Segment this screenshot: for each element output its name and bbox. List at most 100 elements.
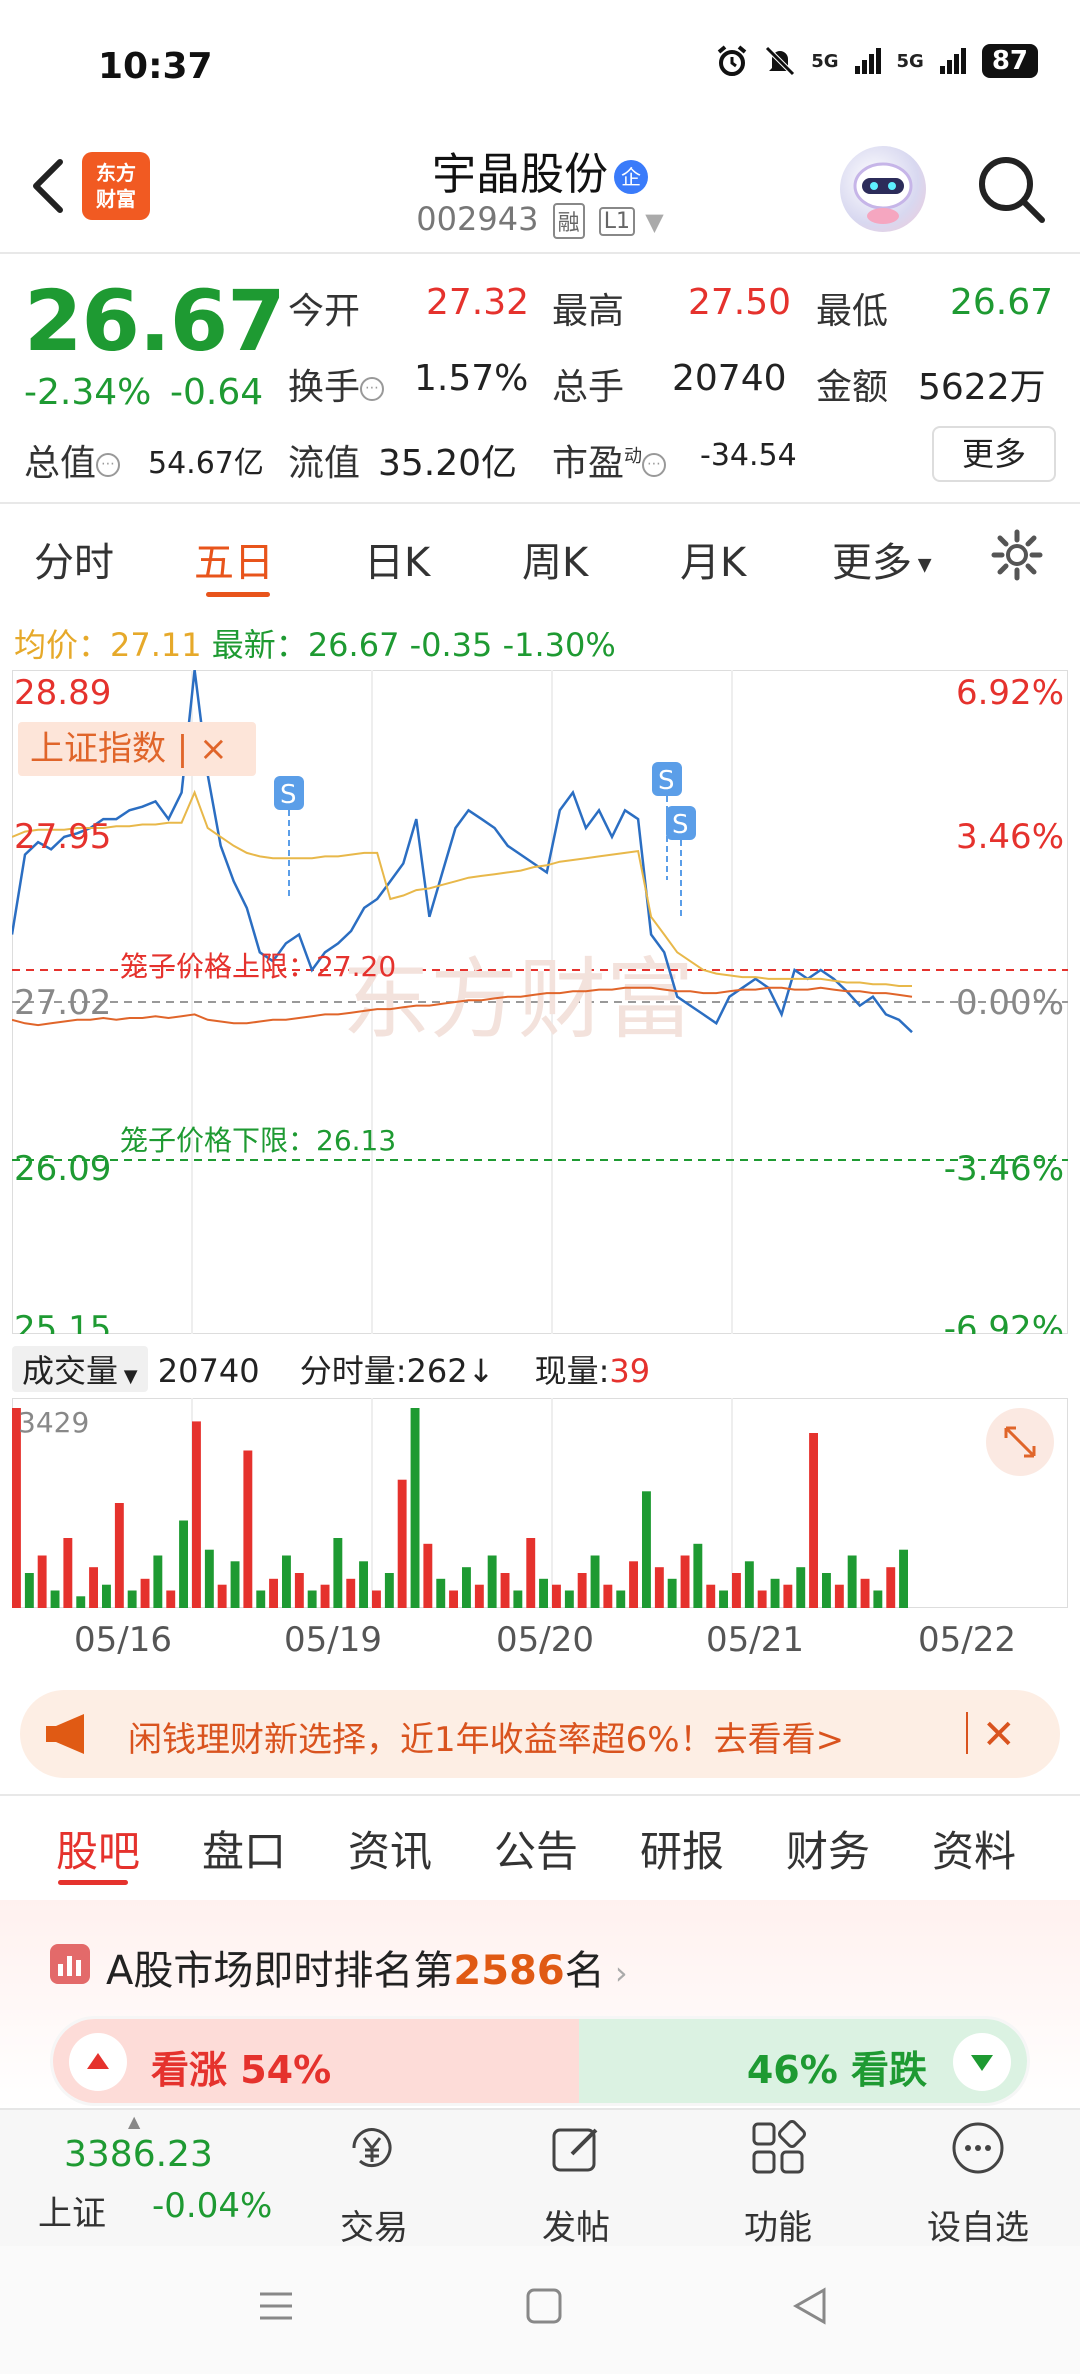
stock-code: 002943 xyxy=(416,200,539,238)
signal-5g-icon: 5G xyxy=(811,50,839,72)
close-icon[interactable]: ✕ xyxy=(982,1712,1016,1758)
system-nav-bar xyxy=(0,2246,1080,2374)
tab-more[interactable]: 更多 ▼ xyxy=(832,530,932,588)
bullish-button[interactable] xyxy=(69,2033,127,2091)
tab-profile[interactable]: 资料 xyxy=(932,1818,1016,1879)
nav-trade[interactable]: 交易 xyxy=(314,2200,434,2249)
volume-bar xyxy=(577,1573,587,1608)
tab-guba[interactable]: 股吧 xyxy=(56,1818,140,1879)
volume-bar xyxy=(294,1573,304,1608)
nav-post[interactable]: 发帖 xyxy=(516,2200,636,2249)
last-change: -0.35 xyxy=(409,626,493,664)
menu-icon[interactable] xyxy=(256,2286,296,2326)
volume-bar xyxy=(526,1538,536,1608)
date-label: 05/21 xyxy=(706,1620,804,1660)
volume-bar xyxy=(243,1450,253,1608)
tab-finance[interactable]: 财务 xyxy=(786,1818,870,1879)
caret-up-icon: ▲ xyxy=(128,2112,141,2131)
tab-news[interactable]: 资讯 xyxy=(348,1818,432,1879)
index-change[interactable]: -0.04% xyxy=(152,2186,272,2226)
volume-header: 成交量 ▼ 20740 分时量:262↓ 现量:39 xyxy=(12,1346,650,1392)
volume-bar xyxy=(873,1590,883,1608)
volume-bar xyxy=(462,1567,471,1608)
megaphone-icon xyxy=(46,1714,84,1754)
tab-monthly-k[interactable]: 月K xyxy=(680,530,746,588)
volume-bar xyxy=(192,1421,201,1608)
y-left-tick-label: 26.09 xyxy=(14,1149,111,1189)
info-icon[interactable]: ⋯ xyxy=(642,453,667,477)
volume-bar xyxy=(256,1590,266,1608)
volume-bar xyxy=(757,1590,767,1608)
turnover-label: 换手 ⋯ xyxy=(288,358,385,410)
signal-5g-icon-2: 5G xyxy=(896,50,924,72)
volume-bar xyxy=(899,1549,908,1608)
avg-value: 27.11 xyxy=(110,626,202,664)
date-label: 05/20 xyxy=(496,1620,594,1660)
tab-daily-k[interactable]: 日K xyxy=(364,530,430,588)
chevron-right-icon: › xyxy=(604,1954,628,1992)
down-triangle-icon xyxy=(971,2055,993,2071)
upper-limit-label: 笼子价格上限：27.20 xyxy=(120,950,396,983)
search-icon[interactable] xyxy=(972,150,1052,230)
volume-bar xyxy=(384,1573,394,1608)
robot-assistant-avatar[interactable] xyxy=(840,146,926,232)
volume-bar xyxy=(539,1578,548,1608)
expand-icon[interactable] xyxy=(986,1408,1054,1476)
bullish-text: 看涨 54% xyxy=(151,2048,332,2092)
open-label: 今开 xyxy=(288,291,361,332)
signal-bars-icon xyxy=(854,48,881,74)
nav-add-watchlist[interactable]: 设自选 xyxy=(918,2200,1038,2249)
ad-text[interactable]: 闲钱理财新选择，近1年收益率超6%！去看看> xyxy=(128,1712,844,1761)
tab-intraday[interactable]: 分时 xyxy=(34,530,114,588)
back-triangle-icon[interactable] xyxy=(790,2286,830,2326)
price-chart[interactable]: 东方财富 28.89 6.92%27.95 3.46%27.02 0.00%26.09… xyxy=(12,670,1068,1334)
section-tab-underline xyxy=(58,1880,128,1885)
tick-volume-label: 分时量: xyxy=(299,1352,407,1390)
pe-value: -34.54 xyxy=(700,438,797,473)
volume-max-label: 3429 xyxy=(18,1406,89,1439)
lower-limit-label: 笼子价格下限：26.13 xyxy=(120,1124,396,1157)
volume-bar xyxy=(564,1590,574,1608)
svg-text:S: S xyxy=(280,780,297,810)
volume-frame xyxy=(12,1398,1068,1608)
info-icon[interactable]: ⋯ xyxy=(360,377,385,401)
volume-bar xyxy=(307,1590,317,1608)
nav-functions[interactable]: 功能 xyxy=(718,2200,838,2249)
index-value[interactable]: 3386.23 xyxy=(64,2134,213,2175)
functions-grid-icon[interactable] xyxy=(748,2118,808,2178)
ad-separator xyxy=(966,1712,968,1754)
home-square-icon[interactable] xyxy=(524,2286,564,2326)
y-right-tick-label: -6.92% xyxy=(944,1309,1064,1334)
tab-research[interactable]: 研报 xyxy=(640,1818,724,1879)
tab-pankou[interactable]: 盘口 xyxy=(202,1818,286,1879)
date-label: 05/19 xyxy=(284,1620,382,1660)
more-dots-icon[interactable] xyxy=(948,2118,1008,2178)
index-name[interactable]: 上证 xyxy=(38,2186,106,2235)
tab-five-day[interactable]: 五日 xyxy=(194,530,274,588)
y-right-tick-label: -3.46% xyxy=(944,1149,1064,1189)
settings-gear-icon[interactable] xyxy=(990,528,1044,582)
ranking-title[interactable]: A股市场即时排名第2586名 › xyxy=(106,1938,628,1996)
pe-label: 市盈动 ⋯ xyxy=(552,434,667,486)
trade-yen-icon[interactable] xyxy=(342,2118,402,2178)
volume-indicator-select[interactable]: 成交量 ▼ xyxy=(12,1346,148,1392)
bearish-button[interactable] xyxy=(953,2033,1011,2091)
post-edit-icon[interactable] xyxy=(546,2118,606,2178)
volume-bar xyxy=(423,1543,433,1608)
sentiment-vote-bar: 看涨 54% 46% 看跌 xyxy=(50,2016,1030,2106)
more-quote-button[interactable]: 更多 xyxy=(932,426,1056,482)
y-right-tick-label: 3.46% xyxy=(956,817,1064,857)
volume-bar xyxy=(127,1590,137,1608)
current-price: 26.67 xyxy=(24,272,286,370)
svg-text:S: S xyxy=(672,810,689,840)
tab-announcements[interactable]: 公告 xyxy=(494,1818,578,1879)
mktcap-label: 总值 ⋯ xyxy=(24,434,121,486)
volume-chart[interactable]: 3429 xyxy=(12,1398,1068,1608)
tab-weekly-k[interactable]: 周K xyxy=(522,530,588,588)
alarm-icon xyxy=(717,45,747,76)
tab-underline xyxy=(206,592,270,597)
amount-label: 金额 xyxy=(816,367,889,408)
avg-price-row: 均价：27.11 最新：26.67 -0.35 -1.30% xyxy=(14,620,616,666)
info-icon[interactable]: ⋯ xyxy=(96,453,121,477)
y-right-tick-label: 0.00% xyxy=(956,983,1064,1023)
